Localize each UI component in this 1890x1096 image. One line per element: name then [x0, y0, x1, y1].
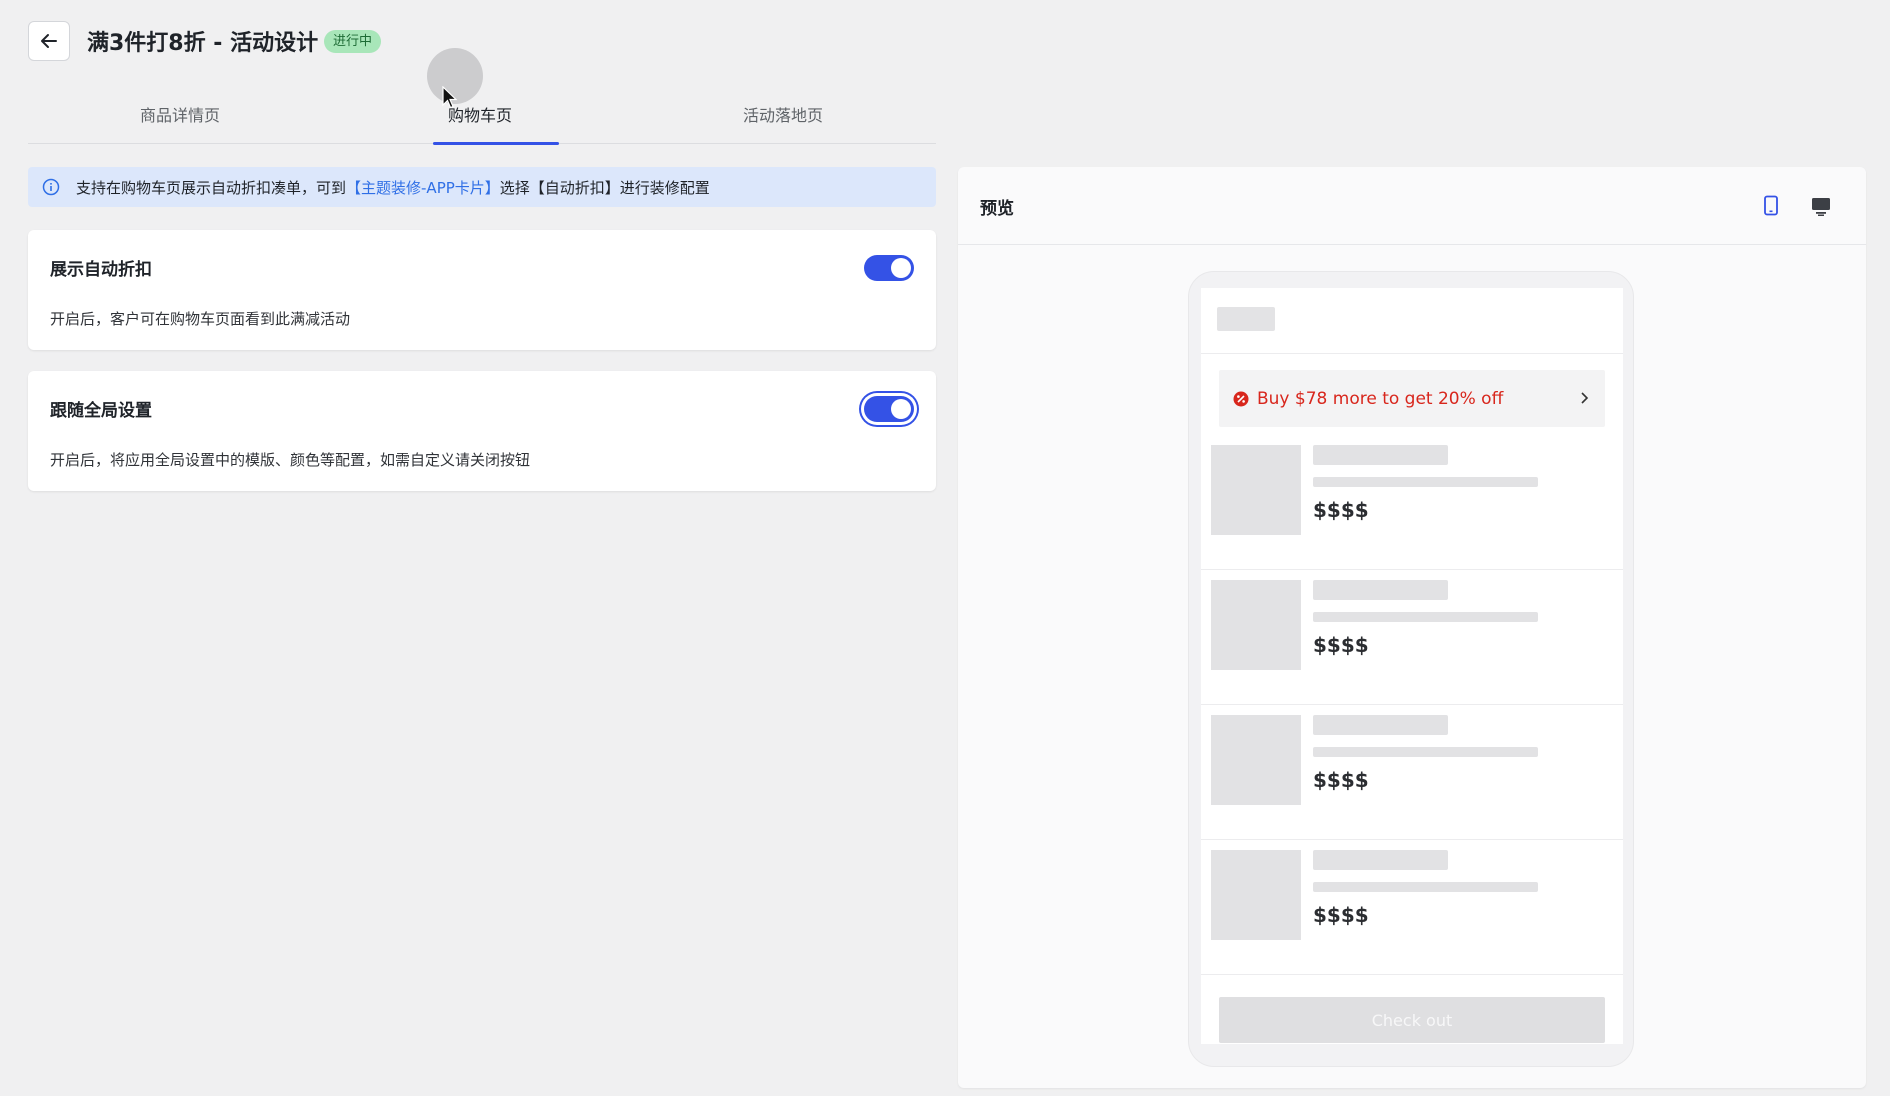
mouse-cursor-icon: [442, 86, 458, 109]
product-name-placeholder: [1313, 445, 1448, 465]
setting-title: 展示自动折扣: [50, 260, 152, 280]
product-image-placeholder: [1211, 580, 1301, 670]
checkout-button[interactable]: Check out: [1219, 997, 1605, 1043]
banner-text-before: 支持在购物车页展示自动折扣凑单，可到: [76, 178, 347, 197]
setting-title: 跟随全局设置: [50, 401, 152, 421]
desktop-icon[interactable]: [1810, 195, 1832, 217]
page-title: 满3件打8折 - 活动设计: [87, 31, 319, 56]
setting-card-show-auto-discount: 展示自动折扣 开启后，客户可在购物车页面看到此满减活动: [28, 230, 936, 350]
product-image-placeholder: [1211, 445, 1301, 535]
title-placeholder: [1217, 307, 1275, 331]
chevron-right-icon: [1581, 392, 1589, 404]
cart-item: $$$$: [1201, 840, 1623, 975]
campaign-design-page: 满3件打8折 - 活动设计 进行中 商品详情页 购物车页 活动落地页 支持在购物…: [0, 0, 1890, 1096]
product-variant-placeholder: [1313, 612, 1538, 622]
product-image-placeholder: [1211, 850, 1301, 940]
product-price: $$$$: [1313, 498, 1369, 522]
tab-landing-page[interactable]: 活动落地页: [743, 102, 823, 126]
cart-item: $$$$: [1201, 705, 1623, 840]
cart-item: $$$$: [1201, 570, 1623, 705]
phone-preview-frame: Buy $78 more to get 20% off $$$$ $$$$ $$…: [1188, 271, 1634, 1067]
setting-description: 开启后，将应用全局设置中的模版、颜色等配置，如需自定义请关闭按钮: [50, 451, 531, 469]
preview-title: 预览: [980, 199, 1014, 219]
mobile-icon[interactable]: [1762, 195, 1780, 217]
theme-app-card-link[interactable]: 【主题装修-APP卡片】: [346, 179, 500, 197]
product-name-placeholder: [1313, 850, 1448, 870]
product-image-placeholder: [1211, 715, 1301, 805]
product-variant-placeholder: [1313, 477, 1538, 487]
discount-badge-icon: [1233, 391, 1249, 406]
product-price: $$$$: [1313, 903, 1369, 927]
arrow-left-icon: [41, 34, 57, 48]
info-banner: 支持在购物车页展示自动折扣凑单，可到【主题装修-APP卡片】选择【自动折扣】进行…: [28, 167, 936, 207]
product-name-placeholder: [1313, 715, 1448, 735]
product-price: $$$$: [1313, 768, 1369, 792]
info-icon: [42, 178, 60, 196]
tab-product-detail[interactable]: 商品详情页: [140, 102, 220, 126]
back-button[interactable]: [28, 21, 70, 61]
banner-text-after: 选择【自动折扣】进行装修配置: [499, 178, 710, 197]
product-price: $$$$: [1313, 633, 1369, 657]
cart-preview-screen: Buy $78 more to get 20% off $$$$ $$$$ $$…: [1201, 288, 1623, 1044]
product-variant-placeholder: [1313, 747, 1538, 757]
toggle-knob: [891, 399, 911, 419]
status-badge: 进行中: [324, 30, 382, 53]
preview-header: 预览: [958, 167, 1866, 245]
cart-item: $$$$: [1201, 435, 1623, 570]
active-tab-indicator: [433, 142, 559, 145]
promo-text: Buy $78 more to get 20% off: [1257, 388, 1504, 409]
follow-global-settings-toggle[interactable]: [864, 396, 914, 422]
setting-card-follow-global: 跟随全局设置 开启后，将应用全局设置中的模版、颜色等配置，如需自定义请关闭按钮: [28, 371, 936, 491]
product-variant-placeholder: [1313, 882, 1538, 892]
auto-discount-promo-bar[interactable]: Buy $78 more to get 20% off: [1219, 370, 1605, 427]
cart-header-placeholder: [1201, 288, 1623, 354]
preview-panel: 预览 Buy $78 more to get 20% off $$$$ $$$$…: [958, 167, 1866, 1088]
toggle-knob: [891, 258, 911, 278]
tab-bar: 商品详情页 购物车页 活动落地页: [28, 92, 936, 145]
setting-description: 开启后，客户可在购物车页面看到此满减活动: [50, 310, 351, 328]
product-name-placeholder: [1313, 580, 1448, 600]
show-auto-discount-toggle[interactable]: [864, 255, 914, 281]
info-banner-text: 支持在购物车页展示自动折扣凑单，可到【主题装修-APP卡片】选择【自动折扣】进行…: [76, 177, 710, 198]
